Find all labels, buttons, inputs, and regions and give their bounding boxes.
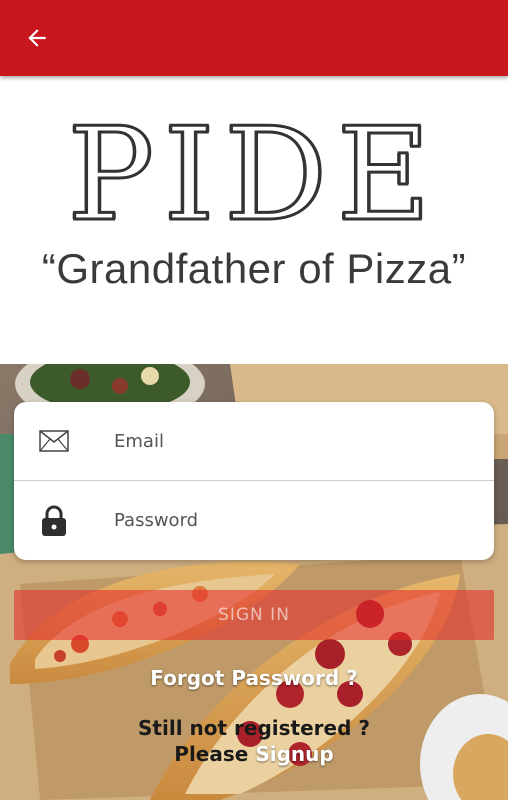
logo-area: PIDE “Grandfather of Pizza” bbox=[0, 76, 508, 364]
register-prompt: Still not registered ? bbox=[138, 716, 370, 740]
lock-icon bbox=[38, 505, 70, 537]
password-row bbox=[14, 481, 494, 560]
app-bar bbox=[0, 0, 508, 76]
signup-prefix: Please bbox=[174, 742, 249, 766]
password-field[interactable] bbox=[114, 500, 474, 541]
arrow-left-icon bbox=[28, 29, 46, 47]
logo-tagline: “Grandfather of Pizza” bbox=[41, 245, 467, 292]
signup-line: Please Signup bbox=[0, 742, 508, 766]
sign-in-button[interactable]: SIGN IN bbox=[14, 590, 494, 640]
logo-wordmark: PIDE bbox=[66, 101, 441, 250]
forgot-password-link[interactable]: Forgot Password ? bbox=[0, 666, 508, 690]
email-field[interactable] bbox=[114, 421, 474, 461]
back-button[interactable] bbox=[18, 20, 56, 56]
login-form-card bbox=[14, 402, 494, 560]
signup-link[interactable]: Signup bbox=[255, 742, 333, 766]
envelope-icon bbox=[38, 425, 70, 457]
email-row bbox=[14, 402, 494, 481]
